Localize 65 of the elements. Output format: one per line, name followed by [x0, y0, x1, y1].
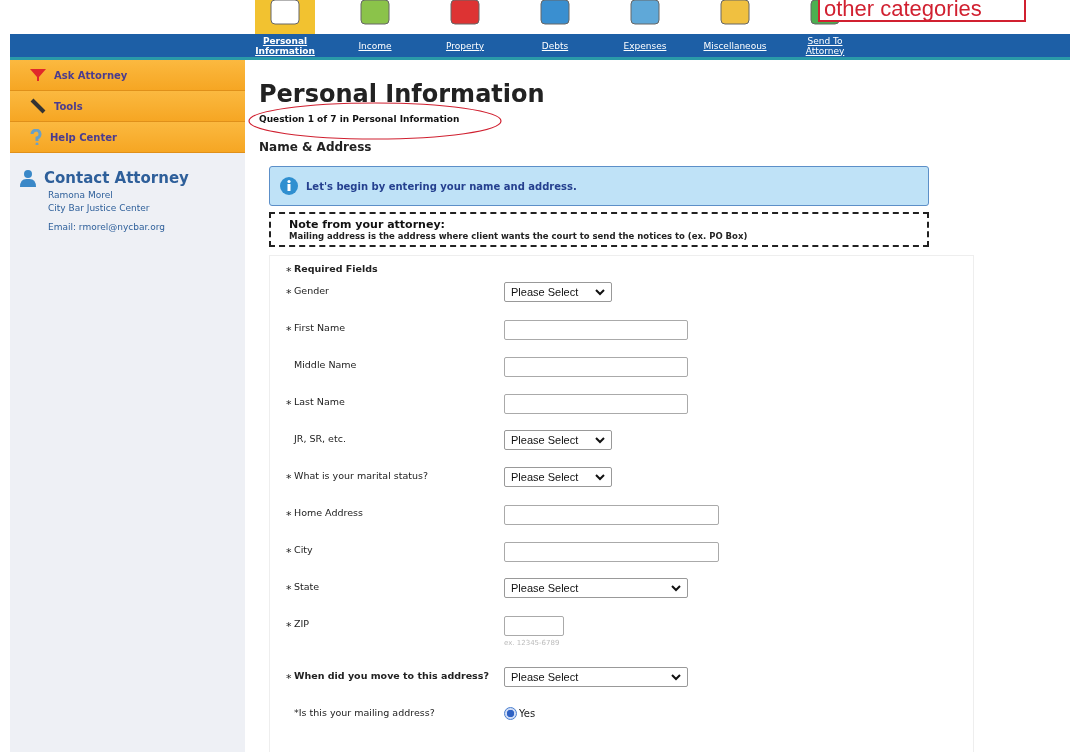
required-mark: * — [286, 545, 292, 559]
select-field[interactable]: Please Select — [504, 667, 688, 687]
field-label: First Name — [294, 321, 347, 333]
field-label: City — [294, 543, 314, 555]
attorney-name: Ramona Morel — [47, 190, 114, 200]
nav-tab[interactable]: Property — [420, 34, 510, 57]
annotation-label: other categories — [818, 0, 1026, 22]
required-mark: * — [286, 508, 292, 522]
chevron-down-icon — [595, 473, 605, 481]
field-label: When did you move to this address? — [294, 669, 490, 681]
category-icon — [255, 0, 315, 34]
field-label: ZIP — [294, 617, 311, 629]
field-label: Last Name — [294, 395, 346, 407]
info-text: Let's begin by entering your name and address. — [306, 180, 577, 192]
select-field[interactable]: Please Select — [504, 578, 688, 598]
input-field[interactable] — [504, 319, 688, 340]
sidebar-item[interactable]: Help Center — [10, 122, 245, 153]
section-title: Name & Address — [259, 140, 373, 154]
attorney-email: Email: rmorel@nycbar.org — [47, 222, 166, 232]
chevron-down-icon — [595, 288, 605, 296]
radio-option[interactable]: Yes — [504, 704, 536, 720]
required-legend: Required Fields — [294, 260, 504, 274]
nav-tab[interactable]: Miscellaneous — [690, 34, 780, 57]
select-field[interactable]: Please Select — [504, 467, 612, 487]
required-mark: * — [286, 671, 292, 685]
field-label: *Is this your mailing address? — [294, 706, 436, 718]
page-title: Personal Information — [259, 80, 546, 108]
field-label: State — [294, 580, 321, 592]
input-field[interactable] — [504, 541, 719, 562]
attorney-org: City Bar Justice Center — [47, 203, 151, 213]
input-field[interactable] — [504, 504, 719, 525]
required-mark: * — [286, 397, 292, 411]
nav-tab[interactable]: Send To Attorney — [780, 34, 870, 57]
field-label: Middle Name — [294, 358, 358, 370]
select-field[interactable]: Please Select — [504, 430, 612, 450]
field-label: Home Address — [294, 506, 364, 518]
chevron-down-icon — [671, 673, 681, 681]
nav-tab[interactable]: Expenses — [600, 34, 690, 57]
note-title: Note from your attorney: — [289, 218, 446, 231]
nav-tab[interactable]: Income — [330, 34, 420, 57]
select-field[interactable]: Please Select — [504, 282, 612, 302]
field-label: JR, SR, etc. — [294, 432, 347, 444]
field-label: Gender — [294, 284, 330, 296]
required-mark: * — [286, 286, 292, 300]
info-icon — [280, 177, 298, 195]
chevron-down-icon — [671, 584, 681, 592]
sidebar-item[interactable]: Ask Attorney — [10, 60, 245, 91]
input-field[interactable] — [504, 356, 688, 377]
required-mark: * — [286, 323, 292, 337]
required-mark: * — [286, 471, 292, 485]
nav-tab[interactable]: Personal Information — [240, 34, 330, 57]
question-progress: Question 1 of 7 in Personal Information — [259, 114, 461, 124]
contact-title: Contact Attorney — [44, 169, 189, 187]
chevron-down-icon — [595, 436, 605, 444]
input-field[interactable] — [504, 615, 564, 636]
question-icon — [30, 129, 42, 145]
nav-tab[interactable]: Debts — [510, 34, 600, 57]
required-mark: * — [286, 582, 292, 596]
note-text: Mailing address is the address where client wants the court to send the notices to (ex. PO Box) — [289, 231, 749, 241]
required-mark: * — [286, 264, 292, 278]
required-mark: * — [286, 619, 292, 633]
sidebar-item[interactable]: Tools — [10, 91, 245, 122]
person-icon — [20, 169, 36, 187]
field-label: What is your marital status? — [294, 469, 430, 481]
input-field[interactable] — [504, 393, 688, 414]
